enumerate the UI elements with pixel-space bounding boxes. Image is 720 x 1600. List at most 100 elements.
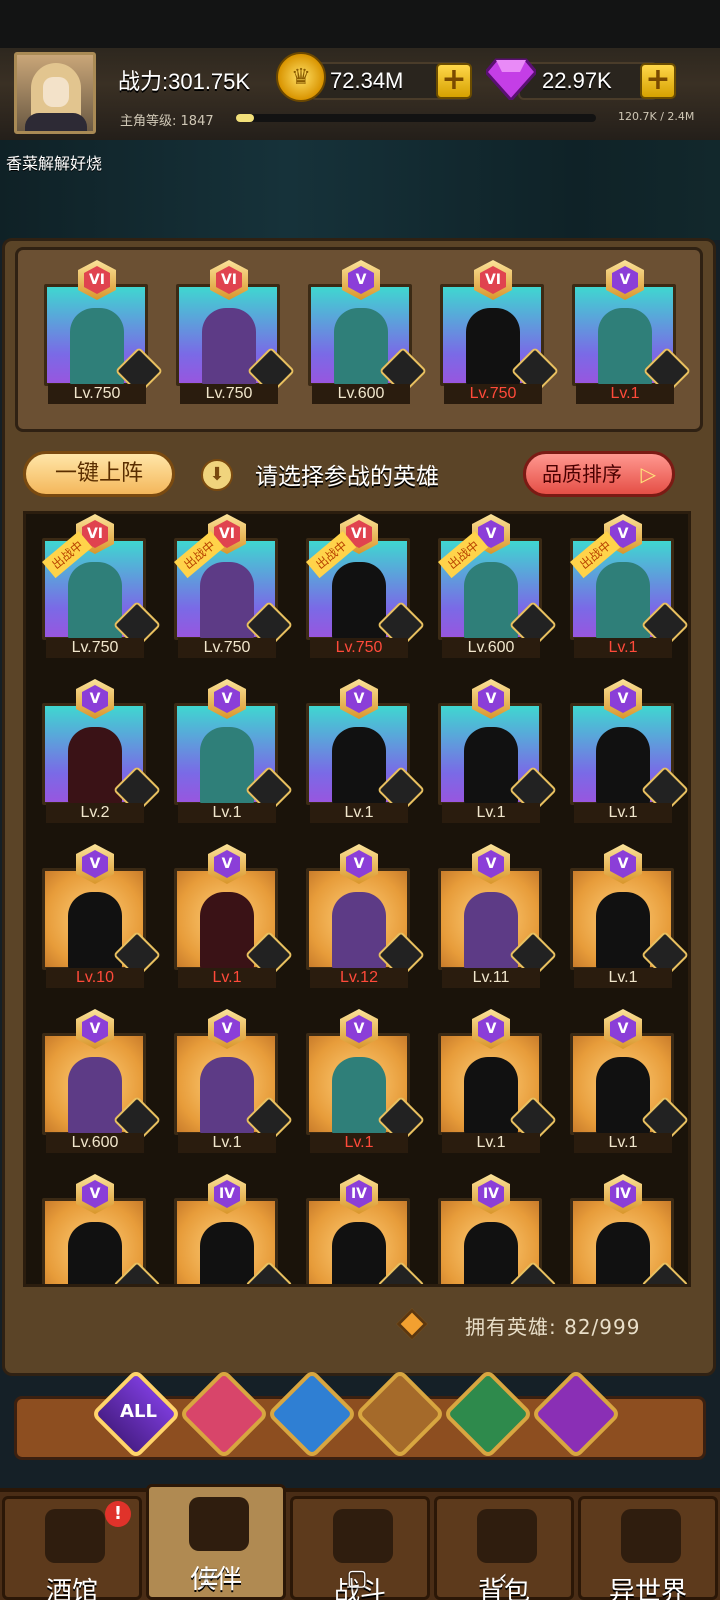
hero-card[interactable]: VI Lv.750 出战中 [306, 514, 426, 658]
hero-card[interactable]: V Lv.12 [306, 844, 426, 988]
hero-card[interactable]: V Lv.1 [570, 1009, 688, 1153]
sort-label: 品质排序 [542, 462, 622, 486]
quick-deploy-button[interactable]: 一键上阵 [23, 451, 175, 497]
hero-card[interactable]: V Lv.600 [308, 260, 428, 404]
combat-power: 战力:301.75K [118, 69, 251, 94]
hero-silhouette [596, 727, 650, 805]
action-row: 一键上阵 ⬇ 请选择参战的英雄 品质排序 ▷ [5, 445, 719, 501]
hero-silhouette [332, 562, 386, 640]
hero-silhouette [332, 1222, 386, 1284]
game-screen: 战力:301.75K ♛ 72.34M + 22.97K + 主角等级: 184… [0, 0, 720, 1600]
gold-value: 72.34M [330, 68, 404, 93]
hero-card[interactable]: V [42, 1174, 162, 1284]
hero-silhouette [464, 1222, 518, 1284]
home-icon[interactable]: ▢ [344, 1566, 370, 1592]
hero-card[interactable]: V Lv.1 [570, 679, 688, 823]
hero-roster[interactable]: VI Lv.750 出战中 VI Lv.750 出战中 VI Lv.750 出战中 V Lv.600… [23, 511, 691, 1287]
hero-card[interactable]: V Lv.600 [42, 1009, 162, 1153]
hero-silhouette [202, 308, 256, 386]
hero-level: Lv.1 [310, 803, 408, 823]
hero-level: Lv.1 [310, 1133, 408, 1153]
player-name: 香菜解解好烧 [6, 154, 103, 173]
hero-silhouette [464, 562, 518, 640]
hero-level: Lv.1 [574, 1133, 672, 1153]
player-avatar[interactable] [14, 52, 96, 134]
hero-level: Lv.10 [46, 968, 144, 988]
crossed-swords-icon [333, 1509, 393, 1563]
hero-silhouette [200, 892, 254, 970]
hero-card[interactable]: V Lv.1 [174, 679, 294, 823]
hero-card[interactable]: V Lv.1 [306, 679, 426, 823]
hero-card[interactable]: VI Lv.750 [44, 260, 164, 404]
quality-sort-button[interactable]: 品质排序 ▷ [523, 451, 675, 497]
hero-card[interactable]: IV [174, 1174, 294, 1284]
hero-silhouette [200, 727, 254, 805]
owned-heroes-row: 拥有英雄: 82/999 [5, 1305, 719, 1345]
xp-text: 120.7K / 2.4M [618, 110, 695, 123]
hero-silhouette [332, 1057, 386, 1135]
hero-silhouette [68, 727, 122, 805]
partner-icon [189, 1497, 249, 1551]
hero-card[interactable]: V Lv.1 [174, 1009, 294, 1153]
hero-card[interactable]: VI Lv.750 出战中 [174, 514, 294, 658]
hero-card[interactable]: V Lv.1 出战中 [570, 514, 688, 658]
hero-card[interactable]: V Lv.10 [42, 844, 162, 988]
hero-silhouette [598, 308, 652, 386]
down-arrow-icon[interactable]: ⬇ [201, 459, 233, 491]
hero-card[interactable]: V Lv.1 [174, 844, 294, 988]
hero-card[interactable]: V Lv.2 [42, 679, 162, 823]
hero-silhouette [68, 562, 122, 640]
hero-card[interactable]: VI Lv.750 [440, 260, 560, 404]
hero-card[interactable]: IV [306, 1174, 426, 1284]
back-icon[interactable]: ‹ [490, 1566, 516, 1592]
hero-level: Lv.750 [46, 638, 144, 658]
hero-silhouette [332, 892, 386, 970]
hero-level: Lv.12 [310, 968, 408, 988]
hero-level: Lv.600 [442, 638, 540, 658]
select-hint: 请选择参战的英雄 [255, 464, 439, 490]
portal-icon [621, 1509, 681, 1563]
hero-card[interactable]: VI Lv.750 [176, 260, 296, 404]
hero-card[interactable]: IV [570, 1174, 688, 1284]
hero-card[interactable]: VI Lv.750 出战中 [42, 514, 162, 658]
hero-card[interactable]: V Lv.1 [438, 679, 558, 823]
hero-silhouette [596, 892, 650, 970]
hero-silhouette [466, 308, 520, 386]
hero-silhouette [464, 1057, 518, 1135]
gem-icon [486, 58, 536, 100]
hero-level: Lv.1 [178, 1133, 276, 1153]
hero-card[interactable]: V Lv.1 [438, 1009, 558, 1153]
xp-bar [236, 114, 596, 122]
hero-card[interactable]: V Lv.1 [570, 844, 688, 988]
hero-level: Lv.600 [46, 1133, 144, 1153]
level-label-text: 主角等级: [120, 114, 177, 129]
add-gems-button[interactable]: + [640, 63, 676, 99]
hero-level: Lv.750 [310, 638, 408, 658]
lineup-slots: VI Lv.750 VI Lv.750 V Lv.600 VI Lv.750 V Lv.1 [15, 247, 703, 432]
hero-card[interactable]: V Lv.600 出战中 [438, 514, 558, 658]
hero-silhouette [200, 562, 254, 640]
hero-silhouette [596, 1057, 650, 1135]
menu-icon[interactable]: ☰ [196, 1566, 222, 1592]
gold-coin-icon: ♛ [276, 52, 326, 102]
hero-card[interactable]: V Lv.1 [572, 260, 692, 404]
hero-card[interactable]: IV [438, 1174, 558, 1284]
owned-heroes-count: 拥有英雄: 82/999 [465, 1315, 641, 1339]
hero-silhouette [334, 308, 388, 386]
filter-label: ALL [120, 1401, 157, 1423]
hero-level: Lv.750 [48, 384, 146, 404]
xp-fill [236, 114, 254, 122]
hero-card[interactable]: V Lv.11 [438, 844, 558, 988]
hero-silhouette [200, 1057, 254, 1135]
hero-silhouette [200, 1222, 254, 1284]
hero-silhouette [68, 1222, 122, 1284]
hero-silhouette [464, 892, 518, 970]
background-scene [0, 140, 720, 240]
add-gold-button[interactable]: + [436, 63, 472, 99]
hero-silhouette [70, 308, 124, 386]
hero-level: Lv.1 [178, 968, 276, 988]
notification-badge: ! [105, 1501, 131, 1527]
backpack-icon [477, 1509, 537, 1563]
system-nav-bar: ☰ ▢ ‹ [0, 1556, 720, 1600]
hero-card[interactable]: V Lv.1 [306, 1009, 426, 1153]
